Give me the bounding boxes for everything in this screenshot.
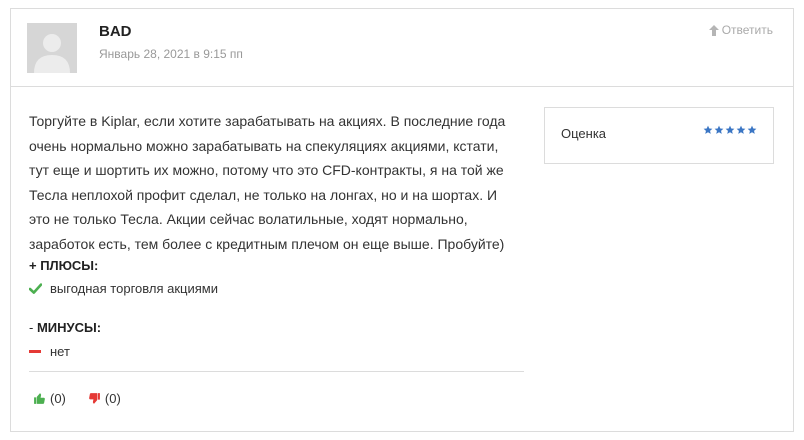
minus-icon [29,350,41,353]
check-icon [29,283,42,294]
rating-label: Оценка [561,126,607,141]
pros-item-label: выгодная торговля акциями [50,281,218,296]
cons-item-label: нет [50,344,70,359]
author-name: BAD [99,23,132,40]
thumbs-up-count: (0) [50,391,66,406]
star-icon [725,125,735,134]
avatar [27,23,77,73]
user-placeholder-icon [27,23,77,73]
review-card: BAD Январь 28, 2021 в 9:15 пп Ответить Т… [10,8,794,432]
pros-item: выгодная торговля акциями [29,281,218,296]
star-icon [714,125,724,134]
thumbs-up-button[interactable]: (0) [33,391,66,406]
pros-title: + ПЛЮСЫ: [29,258,99,273]
thumbs-up-icon [34,393,45,404]
star-icon [703,125,713,134]
thumbs-down-count: (0) [104,391,121,406]
cons-item: нет [29,344,70,359]
cons-title-text: МИНУСЫ: [36,320,102,335]
reply-button[interactable]: Ответить [708,23,773,37]
thumbs-down-button[interactable]: (0) [88,391,121,406]
review-date: Январь 28, 2021 в 9:15 пп [99,47,243,61]
votes: (0) (0) [33,391,121,406]
rating-stars [703,125,757,135]
rating-box: Оценка [544,107,774,164]
cons-title-prefix: - [29,320,34,335]
reply-label: Ответить [721,23,773,37]
thumbs-down-icon [89,393,100,404]
review-header: BAD Январь 28, 2021 в 9:15 пп Ответить [11,9,793,87]
divider [29,371,524,372]
review-text: Торгуйте в Kiplar, если хотите зарабатыв… [29,113,506,252]
arrow-up-icon [708,24,719,36]
cons-title: - МИНУСЫ: [29,320,101,335]
star-icon [736,125,746,134]
star-icon [747,125,757,134]
